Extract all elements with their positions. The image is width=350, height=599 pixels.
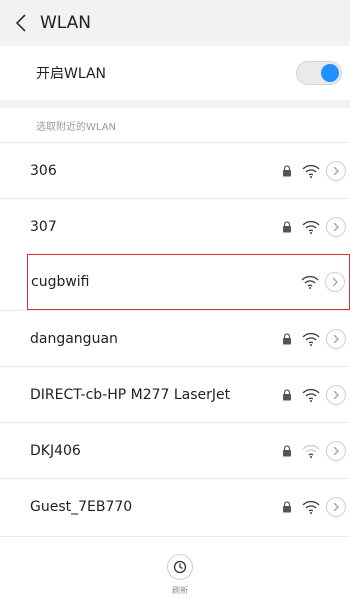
wlan-toggle-label: 开启WLAN <box>36 66 107 82</box>
network-row[interactable]: DIRECT-cb-HP M277 LaserJet <box>0 366 350 422</box>
refresh-button[interactable] <box>167 554 193 580</box>
network-detail-button[interactable] <box>326 160 346 181</box>
chevron-left-icon <box>15 14 26 32</box>
network-name: danganguan <box>30 330 118 347</box>
chevron-right-icon <box>333 390 339 399</box>
lock-icon <box>283 164 291 176</box>
page-title: WLAN <box>40 13 92 33</box>
chevron-right-icon <box>333 446 339 455</box>
wlan-toggle-row: 开启WLAN <box>0 46 350 100</box>
chevron-right-icon <box>333 502 339 511</box>
network-row[interactable]: 307 <box>0 198 350 254</box>
section-divider <box>0 100 350 108</box>
chevron-right-icon <box>333 222 339 231</box>
refresh-timer-icon <box>173 560 187 574</box>
network-row[interactable]: 306 <box>0 142 350 198</box>
network-detail-button[interactable] <box>326 328 346 349</box>
network-list: 306 307 cugbwifi danganguan DIRECT-cb-HP… <box>0 142 350 534</box>
network-detail-button[interactable] <box>325 272 345 292</box>
section-label: 选取附近的WLAN <box>36 122 117 133</box>
network-row-selected[interactable]: cugbwifi <box>27 254 350 310</box>
network-name: Guest_7EB770 <box>30 498 133 515</box>
wifi-signal-icon <box>302 500 320 514</box>
network-detail-button[interactable] <box>326 384 346 405</box>
lock-icon <box>283 500 291 512</box>
network-row[interactable]: danganguan <box>0 310 350 366</box>
network-row[interactable]: Guest_7EB770 <box>0 478 350 534</box>
network-name: cugbwifi <box>31 274 90 290</box>
back-button[interactable] <box>4 0 38 46</box>
lock-icon <box>283 444 291 456</box>
chevron-right-icon <box>333 334 339 343</box>
wifi-signal-icon <box>302 388 320 402</box>
toggle-knob <box>321 64 339 82</box>
wlan-toggle-switch[interactable] <box>296 61 342 85</box>
wifi-signal-icon <box>302 220 320 234</box>
chevron-right-icon <box>333 166 339 175</box>
lock-icon <box>283 332 291 344</box>
network-row[interactable]: DKJ406 <box>0 422 350 478</box>
bottom-bar: 刷新 <box>0 536 350 599</box>
chevron-right-icon <box>332 277 338 287</box>
top-bar: WLAN <box>0 0 350 46</box>
lock-icon <box>283 388 291 400</box>
network-detail-button[interactable] <box>326 496 346 517</box>
wifi-signal-icon <box>302 332 320 346</box>
wifi-signal-icon <box>301 275 319 289</box>
network-detail-button[interactable] <box>326 440 346 461</box>
network-name: 307 <box>30 218 57 235</box>
wifi-signal-weak-icon <box>302 444 320 458</box>
network-name: DIRECT-cb-HP M277 LaserJet <box>30 386 231 403</box>
network-detail-button[interactable] <box>326 216 346 237</box>
network-name: 306 <box>30 162 57 179</box>
lock-icon <box>283 220 291 232</box>
refresh-label: 刷新 <box>172 586 188 595</box>
network-name: DKJ406 <box>30 442 81 459</box>
wifi-signal-icon <box>302 164 320 178</box>
